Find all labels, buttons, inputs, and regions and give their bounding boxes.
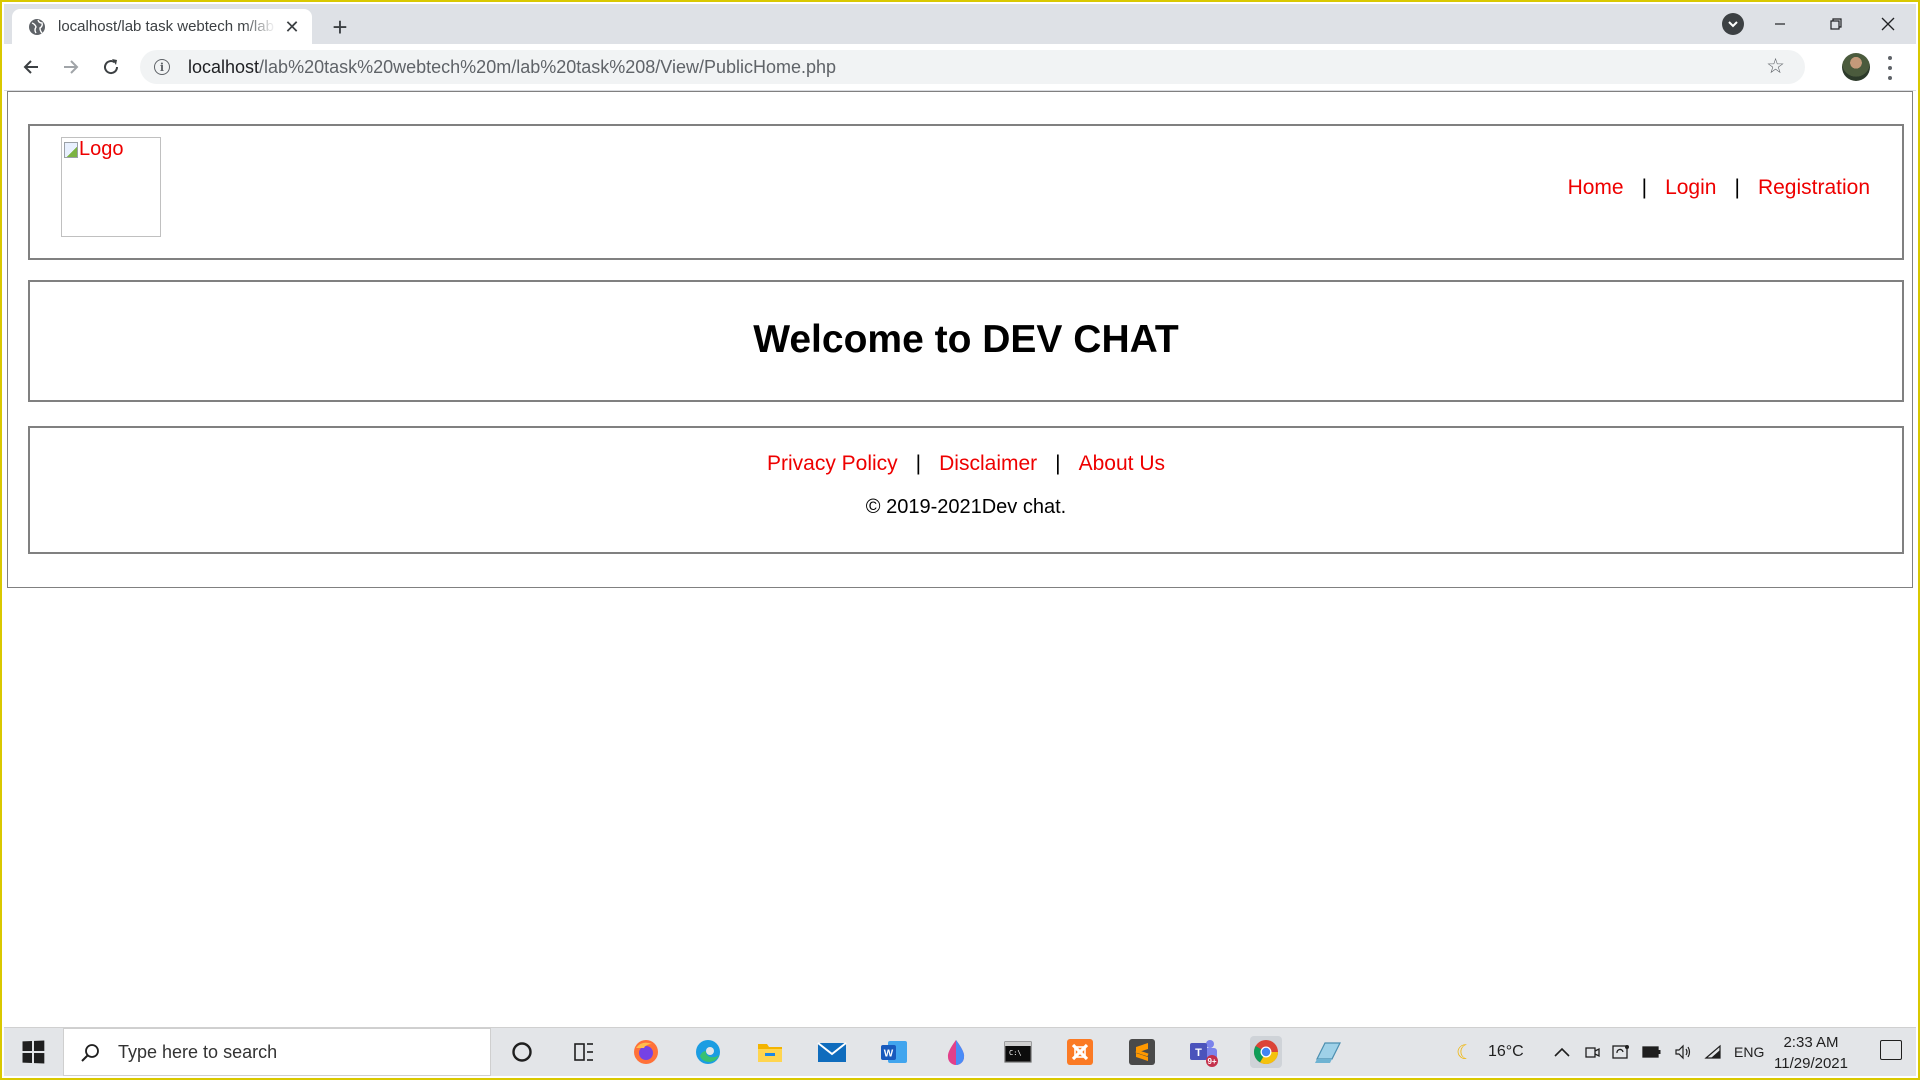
weather-widget[interactable]: ☾ 16°C <box>1456 1028 1524 1076</box>
footer-section: Privacy Policy | Disclaimer | About Us ©… <box>28 426 1904 554</box>
weather-temperature: 16°C <box>1487 1043 1524 1060</box>
restore-icon[interactable] <box>1808 4 1864 44</box>
url-text: localhost/lab%20task%20webtech%20m/lab%2… <box>188 57 836 78</box>
footer-navigation: Privacy Policy | Disclaimer | About Us <box>30 452 1902 476</box>
url-host: localhost <box>188 56 260 77</box>
chrome-icon[interactable] <box>1250 1036 1282 1068</box>
file-explorer-icon[interactable] <box>754 1036 786 1068</box>
sublime-text-icon[interactable] <box>1126 1036 1158 1068</box>
close-window-icon[interactable] <box>1860 4 1916 44</box>
screen-frame: localhost/lab task webtech m/lab task 8/… <box>0 0 1920 1080</box>
paint-3d-icon[interactable] <box>940 1036 972 1068</box>
url-path: /lab%20task%20webtech%20m/lab%20task%208… <box>259 56 837 77</box>
welcome-section: Welcome to DEV CHAT <box>28 280 1904 402</box>
nav-separator: | <box>1734 176 1740 199</box>
xampp-icon[interactable] <box>1064 1036 1096 1068</box>
wifi-icon[interactable] <box>1704 1044 1722 1060</box>
broken-image-icon <box>64 141 78 158</box>
footer-separator: | <box>1055 452 1061 475</box>
browser-toolbar: i localhost/lab%20task%20webtech%20m/lab… <box>4 44 1916 91</box>
logo-alt-text: Logo <box>64 138 124 161</box>
volume-icon[interactable] <box>1674 1044 1692 1060</box>
clock-time: 2:33 AM <box>1783 1034 1839 1051</box>
nav-link-home[interactable]: Home <box>1568 176 1624 200</box>
globe-icon <box>28 18 46 36</box>
tab-title: localhost/lab task webtech m/lab task 8/… <box>58 18 276 35</box>
new-tab-button[interactable]: + <box>326 12 354 42</box>
browser-tab[interactable]: localhost/lab task webtech m/lab task 8/… <box>12 9 312 44</box>
task-view-icon[interactable] <box>568 1036 600 1068</box>
mail-icon[interactable] <box>816 1036 848 1068</box>
site-info-icon[interactable]: i <box>154 59 170 75</box>
close-tab-icon[interactable]: ✕ <box>282 17 302 37</box>
copyright-text: © 2019-2021Dev chat. <box>865 496 1067 518</box>
edge-icon[interactable] <box>692 1036 724 1068</box>
tab-search-icon[interactable] <box>1722 13 1744 35</box>
nav-link-login[interactable]: Login <box>1665 176 1716 200</box>
teams-icon[interactable]: T 9+ <box>1188 1036 1220 1068</box>
logo-alt-label: Logo <box>79 138 124 160</box>
more-menu-icon[interactable] <box>1886 56 1894 80</box>
language-indicator[interactable]: ENG <box>1734 1044 1764 1060</box>
chevron-up-icon[interactable] <box>1554 1047 1570 1057</box>
svg-text:W: W <box>884 1049 894 1060</box>
footer-separator: | <box>915 452 922 475</box>
firefox-icon[interactable] <box>630 1036 662 1068</box>
snipping-tool-icon[interactable] <box>1312 1036 1344 1068</box>
svg-text:T: T <box>1195 1047 1202 1059</box>
forward-arrow-icon[interactable] <box>56 52 86 82</box>
taskbar-clock[interactable]: 2:33 AM 11/29/2021 <box>1766 1032 1856 1074</box>
header-section: Logo Home | Login | Registration <box>28 124 1904 260</box>
footer-link-privacy-policy[interactable]: Privacy Policy <box>767 452 898 476</box>
search-placeholder: Type here to search <box>118 1041 278 1062</box>
back-arrow-icon[interactable] <box>16 52 46 82</box>
battery-icon[interactable] <box>1642 1046 1662 1058</box>
profile-avatar[interactable] <box>1842 53 1870 81</box>
top-navigation: Home | Login | Registration <box>1568 176 1870 200</box>
logo-image: Logo <box>61 137 161 237</box>
page-viewport: Logo Home | Login | Registration Welcome… <box>4 91 1916 1028</box>
start-button[interactable] <box>4 1028 62 1076</box>
notification-center-icon[interactable] <box>1880 1040 1902 1060</box>
terminal-icon[interactable]: C:\ <box>1002 1036 1034 1068</box>
footer-link-disclaimer[interactable]: Disclaimer <box>939 452 1037 476</box>
system-tray-icons: ENG <box>1554 1028 1764 1076</box>
nav-link-registration[interactable]: Registration <box>1758 176 1870 200</box>
minimize-icon[interactable] <box>1752 4 1808 44</box>
footer-link-about-us[interactable]: About Us <box>1079 452 1165 476</box>
bookmark-star-icon[interactable]: ☆ <box>1766 56 1785 77</box>
svg-text:C:\: C:\ <box>1009 1049 1022 1057</box>
search-icon <box>80 1043 99 1062</box>
onedrive-sync-icon[interactable] <box>1612 1044 1630 1060</box>
address-bar[interactable]: i localhost/lab%20task%20webtech%20m/lab… <box>140 50 1805 84</box>
meet-now-icon[interactable] <box>1584 1044 1600 1060</box>
cortana-icon[interactable] <box>506 1036 538 1068</box>
reload-icon[interactable] <box>96 52 126 82</box>
taskbar-search-box[interactable]: Type here to search <box>63 1028 491 1076</box>
page-layout-table: Logo Home | Login | Registration Welcome… <box>7 91 1913 588</box>
windows-taskbar: Type here to search W C:\ T 9+ ☾ 16°C EN… <box>4 1027 1916 1076</box>
moon-icon: ☾ <box>1456 1041 1474 1064</box>
page-title: Welcome to DEV CHAT <box>753 318 1179 361</box>
teams-badge-text: 9+ <box>1207 1057 1216 1066</box>
word-icon[interactable]: W <box>878 1036 910 1068</box>
browser-tab-strip: localhost/lab task webtech m/lab task 8/… <box>4 4 1916 44</box>
clock-date: 11/29/2021 <box>1774 1055 1848 1072</box>
windows-logo-icon <box>22 1040 45 1064</box>
nav-separator: | <box>1641 176 1648 199</box>
